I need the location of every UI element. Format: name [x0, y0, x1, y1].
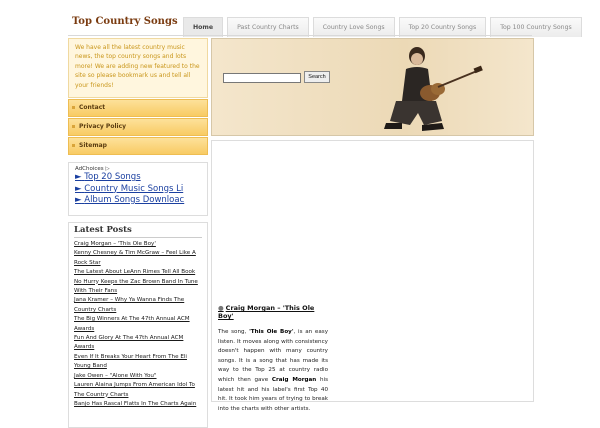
sidebar-intro: We have all the latest country music new…	[68, 38, 208, 98]
post-link[interactable]: Lauren Alaina Jumps From American Idol T…	[74, 381, 202, 400]
guitarist-photo	[384, 47, 483, 131]
post-link[interactable]: No Hurry Keeps the Zac Brown Band In Tun…	[74, 278, 202, 297]
site-title[interactable]: Top Country Songs	[72, 16, 178, 27]
article-body: The song, 'This Ole Boy', is an easy lis…	[218, 329, 328, 412]
arrow-icon: ►	[75, 172, 82, 182]
ad-box: AdChoices ▷ ► Top 20 Songs ► Country Mus…	[68, 162, 208, 216]
ad-link-album-songs[interactable]: ► Album Songs Downloac	[75, 195, 201, 207]
post-link[interactable]: Jake Owen – "Alone With You"	[74, 372, 202, 381]
latest-posts-heading: Latest Posts	[74, 225, 202, 238]
ad-link-country-music-songs[interactable]: ► Country Music Songs Li	[75, 184, 201, 196]
latest-posts: Latest Posts Craig Morgan – 'This Ole Bo…	[68, 222, 208, 428]
sidebar-item-sitemap[interactable]: Sitemap	[68, 137, 208, 155]
header-banner: Search	[211, 38, 534, 136]
article-title[interactable]: ● Craig Morgan – 'This Ole Boy'	[218, 304, 328, 320]
tab-home[interactable]: Home	[183, 17, 224, 37]
search-button[interactable]: Search	[304, 71, 330, 83]
post-link[interactable]: The Latest About LeAnn Rimes Tell All Bo…	[74, 268, 202, 277]
arrow-icon: ►	[75, 183, 82, 194]
post-link[interactable]: Fun And Glory At The 47th Annual ACM Awa…	[74, 334, 202, 353]
sidebar-item-privacy-policy[interactable]: Privacy Policy	[68, 118, 208, 136]
header: Top Country Songs Home Past Country Char…	[0, 0, 600, 37]
main-nav: Home Past Country Charts Country Love So…	[183, 17, 586, 37]
header-divider	[68, 35, 532, 36]
sidebar: We have all the latest country music new…	[68, 38, 208, 428]
tab-top-20-country-songs[interactable]: Top 20 Country Songs	[398, 17, 487, 37]
post-link[interactable]: Even If It Breaks Your Heart From The El…	[74, 353, 202, 372]
post-link[interactable]: The Big Winners At The 47th Annual ACM A…	[74, 315, 202, 334]
sidebar-item-contact[interactable]: Contact	[68, 99, 208, 117]
arrow-icon: ►	[75, 195, 82, 205]
tab-top-100-country-songs[interactable]: Top 100 Country Songs	[490, 17, 582, 37]
search-input[interactable]	[223, 73, 301, 83]
bullet-icon: ●	[218, 304, 224, 312]
tab-past-country-charts[interactable]: Past Country Charts	[227, 17, 309, 37]
post-link[interactable]: Jana Kramer – Why Ya Wanna Finds The Cou…	[74, 296, 202, 315]
main-content: ● Craig Morgan – 'This Ole Boy' The song,…	[211, 140, 534, 412]
post-link[interactable]: Kenny Chesney & Tim McGraw – Feel Like A…	[74, 249, 202, 268]
ad-link-top-20-songs[interactable]: ► Top 20 Songs	[75, 172, 201, 184]
post-link[interactable]: Craig Morgan – 'This Ole Boy'	[74, 240, 202, 249]
article: ● Craig Morgan – 'This Ole Boy' The song,…	[218, 304, 328, 414]
tab-country-love-songs[interactable]: Country Love Songs	[312, 17, 395, 37]
post-link[interactable]: Banjo Has Rascal Flatts In The Charts Ag…	[74, 400, 202, 409]
